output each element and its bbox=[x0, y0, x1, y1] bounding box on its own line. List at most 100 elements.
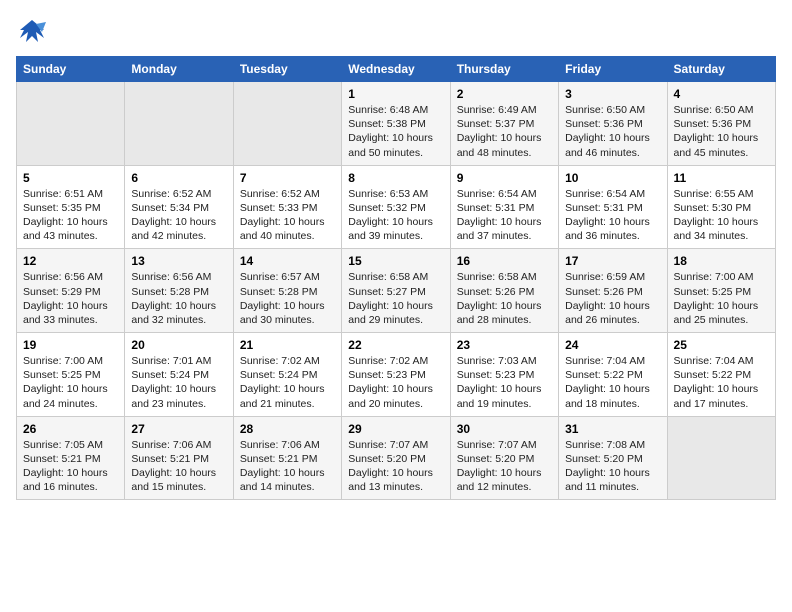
day-number: 28 bbox=[240, 422, 335, 436]
calendar-cell: 16 Sunrise: 6:58 AM Sunset: 5:26 PM Dayli… bbox=[450, 249, 558, 333]
day-number: 15 bbox=[348, 254, 443, 268]
calendar-week-row: 1 Sunrise: 6:48 AM Sunset: 5:38 PM Daylig… bbox=[17, 82, 776, 166]
calendar-cell: 15 Sunrise: 6:58 AM Sunset: 5:27 PM Dayli… bbox=[342, 249, 450, 333]
day-number: 22 bbox=[348, 338, 443, 352]
day-number: 4 bbox=[674, 87, 769, 101]
page-header bbox=[16, 16, 776, 48]
day-info: Sunrise: 7:02 AM Sunset: 5:24 PM Dayligh… bbox=[240, 354, 335, 411]
calendar-week-row: 5 Sunrise: 6:51 AM Sunset: 5:35 PM Daylig… bbox=[17, 165, 776, 249]
logo-icon bbox=[16, 16, 48, 48]
day-number: 13 bbox=[131, 254, 226, 268]
day-info: Sunrise: 7:05 AM Sunset: 5:21 PM Dayligh… bbox=[23, 438, 118, 495]
day-of-week-header: Wednesday bbox=[342, 57, 450, 82]
day-info: Sunrise: 6:52 AM Sunset: 5:34 PM Dayligh… bbox=[131, 187, 226, 244]
day-number: 25 bbox=[674, 338, 769, 352]
calendar-cell: 6 Sunrise: 6:52 AM Sunset: 5:34 PM Daylig… bbox=[125, 165, 233, 249]
day-number: 19 bbox=[23, 338, 118, 352]
calendar-cell: 11Sunrise: 6:55 AM Sunset: 5:30 PM Dayli… bbox=[667, 165, 775, 249]
day-info: Sunrise: 7:06 AM Sunset: 5:21 PM Dayligh… bbox=[131, 438, 226, 495]
calendar-week-row: 19 Sunrise: 7:00 AM Sunset: 5:25 PM Dayli… bbox=[17, 333, 776, 417]
day-of-week-header: Saturday bbox=[667, 57, 775, 82]
calendar-cell: 25 Sunrise: 7:04 AM Sunset: 5:22 PM Dayli… bbox=[667, 333, 775, 417]
day-info: Sunrise: 6:56 AM Sunset: 5:29 PM Dayligh… bbox=[23, 270, 118, 327]
day-info: Sunrise: 6:53 AM Sunset: 5:32 PM Dayligh… bbox=[348, 187, 443, 244]
day-number: 6 bbox=[131, 171, 226, 185]
logo bbox=[16, 16, 50, 48]
calendar-cell: 19 Sunrise: 7:00 AM Sunset: 5:25 PM Dayli… bbox=[17, 333, 125, 417]
day-number: 2 bbox=[457, 87, 552, 101]
calendar-cell: 20 Sunrise: 7:01 AM Sunset: 5:24 PM Dayli… bbox=[125, 333, 233, 417]
day-info: Sunrise: 6:50 AM Sunset: 5:36 PM Dayligh… bbox=[565, 103, 660, 160]
day-info: Sunrise: 6:52 AM Sunset: 5:33 PM Dayligh… bbox=[240, 187, 335, 244]
calendar-cell: 29 Sunrise: 7:07 AM Sunset: 5:20 PM Dayli… bbox=[342, 416, 450, 500]
calendar-cell: 1 Sunrise: 6:48 AM Sunset: 5:38 PM Daylig… bbox=[342, 82, 450, 166]
day-info: Sunrise: 6:51 AM Sunset: 5:35 PM Dayligh… bbox=[23, 187, 118, 244]
day-info: Sunrise: 7:04 AM Sunset: 5:22 PM Dayligh… bbox=[565, 354, 660, 411]
day-info: Sunrise: 7:07 AM Sunset: 5:20 PM Dayligh… bbox=[348, 438, 443, 495]
day-number: 23 bbox=[457, 338, 552, 352]
day-info: Sunrise: 7:06 AM Sunset: 5:21 PM Dayligh… bbox=[240, 438, 335, 495]
day-info: Sunrise: 6:58 AM Sunset: 5:26 PM Dayligh… bbox=[457, 270, 552, 327]
day-info: Sunrise: 6:57 AM Sunset: 5:28 PM Dayligh… bbox=[240, 270, 335, 327]
day-number: 17 bbox=[565, 254, 660, 268]
day-number: 30 bbox=[457, 422, 552, 436]
calendar-cell: 23Sunrise: 7:03 AM Sunset: 5:23 PM Dayli… bbox=[450, 333, 558, 417]
day-number: 27 bbox=[131, 422, 226, 436]
day-info: Sunrise: 6:48 AM Sunset: 5:38 PM Dayligh… bbox=[348, 103, 443, 160]
day-number: 5 bbox=[23, 171, 118, 185]
day-number: 10 bbox=[565, 171, 660, 185]
day-number: 7 bbox=[240, 171, 335, 185]
day-info: Sunrise: 6:49 AM Sunset: 5:37 PM Dayligh… bbox=[457, 103, 552, 160]
day-number: 29 bbox=[348, 422, 443, 436]
calendar-cell: 30 Sunrise: 7:07 AM Sunset: 5:20 PM Dayli… bbox=[450, 416, 558, 500]
calendar-cell: 4 Sunrise: 6:50 AM Sunset: 5:36 PM Daylig… bbox=[667, 82, 775, 166]
day-of-week-header: Tuesday bbox=[233, 57, 341, 82]
calendar-cell: 26Sunrise: 7:05 AM Sunset: 5:21 PM Dayli… bbox=[17, 416, 125, 500]
day-of-week-header: Sunday bbox=[17, 57, 125, 82]
day-number: 18 bbox=[674, 254, 769, 268]
calendar-cell: 7 Sunrise: 6:52 AM Sunset: 5:33 PM Daylig… bbox=[233, 165, 341, 249]
day-info: Sunrise: 6:58 AM Sunset: 5:27 PM Dayligh… bbox=[348, 270, 443, 327]
day-info: Sunrise: 6:54 AM Sunset: 5:31 PM Dayligh… bbox=[565, 187, 660, 244]
day-info: Sunrise: 7:04 AM Sunset: 5:22 PM Dayligh… bbox=[674, 354, 769, 411]
day-info: Sunrise: 7:07 AM Sunset: 5:20 PM Dayligh… bbox=[457, 438, 552, 495]
day-number: 16 bbox=[457, 254, 552, 268]
day-info: Sunrise: 6:59 AM Sunset: 5:26 PM Dayligh… bbox=[565, 270, 660, 327]
day-number: 11 bbox=[674, 171, 769, 185]
calendar-cell: 21Sunrise: 7:02 AM Sunset: 5:24 PM Dayli… bbox=[233, 333, 341, 417]
calendar-week-row: 26Sunrise: 7:05 AM Sunset: 5:21 PM Dayli… bbox=[17, 416, 776, 500]
calendar-cell bbox=[233, 82, 341, 166]
calendar-cell: 8 Sunrise: 6:53 AM Sunset: 5:32 PM Daylig… bbox=[342, 165, 450, 249]
calendar-cell: 17 Sunrise: 6:59 AM Sunset: 5:26 PM Dayli… bbox=[559, 249, 667, 333]
day-info: Sunrise: 6:50 AM Sunset: 5:36 PM Dayligh… bbox=[674, 103, 769, 160]
calendar-header-row: SundayMondayTuesdayWednesdayThursdayFrid… bbox=[17, 57, 776, 82]
day-info: Sunrise: 7:01 AM Sunset: 5:24 PM Dayligh… bbox=[131, 354, 226, 411]
day-number: 3 bbox=[565, 87, 660, 101]
day-of-week-header: Friday bbox=[559, 57, 667, 82]
day-number: 1 bbox=[348, 87, 443, 101]
calendar-cell: 3 Sunrise: 6:50 AM Sunset: 5:36 PM Daylig… bbox=[559, 82, 667, 166]
day-info: Sunrise: 6:56 AM Sunset: 5:28 PM Dayligh… bbox=[131, 270, 226, 327]
calendar-cell: 31 Sunrise: 7:08 AM Sunset: 5:20 PM Dayli… bbox=[559, 416, 667, 500]
day-number: 9 bbox=[457, 171, 552, 185]
calendar-cell: 22Sunrise: 7:02 AM Sunset: 5:23 PM Dayli… bbox=[342, 333, 450, 417]
day-of-week-header: Thursday bbox=[450, 57, 558, 82]
day-number: 8 bbox=[348, 171, 443, 185]
calendar-cell: 28 Sunrise: 7:06 AM Sunset: 5:21 PM Dayli… bbox=[233, 416, 341, 500]
calendar-cell: 27 Sunrise: 7:06 AM Sunset: 5:21 PM Dayli… bbox=[125, 416, 233, 500]
day-info: Sunrise: 7:00 AM Sunset: 5:25 PM Dayligh… bbox=[23, 354, 118, 411]
calendar-cell: 2 Sunrise: 6:49 AM Sunset: 5:37 PM Daylig… bbox=[450, 82, 558, 166]
day-number: 14 bbox=[240, 254, 335, 268]
day-info: Sunrise: 6:54 AM Sunset: 5:31 PM Dayligh… bbox=[457, 187, 552, 244]
calendar-cell: 5 Sunrise: 6:51 AM Sunset: 5:35 PM Daylig… bbox=[17, 165, 125, 249]
calendar-cell: 14 Sunrise: 6:57 AM Sunset: 5:28 PM Dayli… bbox=[233, 249, 341, 333]
day-number: 20 bbox=[131, 338, 226, 352]
day-number: 31 bbox=[565, 422, 660, 436]
day-of-week-header: Monday bbox=[125, 57, 233, 82]
calendar-cell bbox=[667, 416, 775, 500]
day-info: Sunrise: 7:08 AM Sunset: 5:20 PM Dayligh… bbox=[565, 438, 660, 495]
calendar-cell: 12Sunrise: 6:56 AM Sunset: 5:29 PM Dayli… bbox=[17, 249, 125, 333]
calendar-table: SundayMondayTuesdayWednesdayThursdayFrid… bbox=[16, 56, 776, 500]
calendar-cell: 10 Sunrise: 6:54 AM Sunset: 5:31 PM Dayli… bbox=[559, 165, 667, 249]
calendar-cell bbox=[17, 82, 125, 166]
